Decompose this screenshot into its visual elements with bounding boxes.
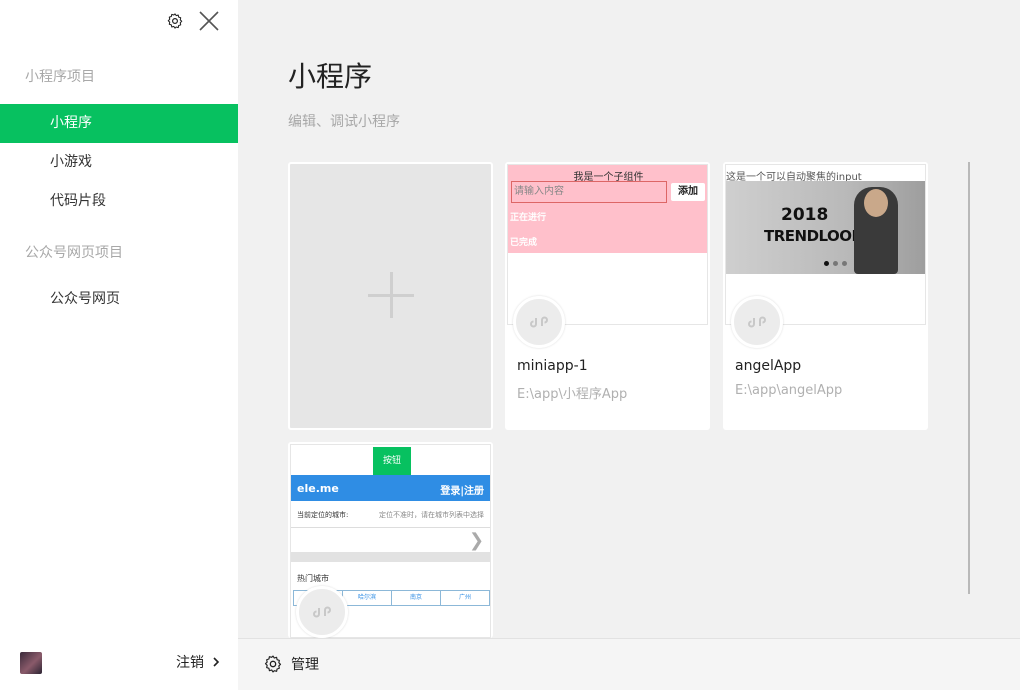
carousel-dot xyxy=(833,261,838,266)
preview-city: 南京 xyxy=(391,591,440,605)
preview-city: 哈尔滨 xyxy=(342,591,391,605)
manage-button[interactable]: 管理 xyxy=(263,654,319,674)
sidebar-item-code-snippet[interactable]: 代码片段 xyxy=(0,182,238,221)
user-bar: 注销 xyxy=(0,638,238,690)
chevron-right-icon: ❯ xyxy=(469,530,485,551)
chevron-right-icon xyxy=(213,657,220,667)
project-card[interactable]: 这是一个可以自动聚焦的input 2018 TRENDLOOK angelApp… xyxy=(723,162,928,430)
sidebar-item-miniprogram[interactable]: 小程序 xyxy=(0,104,238,143)
carousel-dot xyxy=(842,261,847,266)
section-title-web: 公众号网页项目 xyxy=(25,245,123,261)
preview-status: 正在进行 xyxy=(510,213,547,223)
divider xyxy=(291,527,490,528)
preview-login: 登录|注册 xyxy=(440,486,484,497)
preview-add-button: 添加 xyxy=(671,183,705,201)
preview-hot-cities: 热门城市 xyxy=(297,574,329,583)
preview-input: 请输入内容 xyxy=(511,181,667,203)
sidebar: 小程序项目 小程序 小游戏 代码片段 公众号网页项目 公众号网页 注销 xyxy=(0,0,238,690)
miniprogram-logo-icon xyxy=(513,296,565,348)
page-subtitle: 编辑、调试小程序 xyxy=(288,114,400,130)
preview-location: 当前定位的城市: xyxy=(297,511,349,519)
preview-hint: 定位不准时，请在城市列表中选择 xyxy=(379,511,484,519)
preview-city: 广州 xyxy=(440,591,489,605)
add-project-card[interactable] xyxy=(288,162,493,430)
sidebar-top-icons xyxy=(166,10,220,32)
banner-title: TRENDLOOK xyxy=(764,227,863,245)
section-title-miniprogram: 小程序项目 xyxy=(25,69,95,85)
settings-gear-icon[interactable] xyxy=(166,12,184,30)
plus-icon-vertical xyxy=(390,272,393,318)
project-card[interactable]: 按钮 ele.me 登录|注册 当前定位的城市: 定位不准时，请在城市列表中选择… xyxy=(288,442,493,638)
project-name: angelApp xyxy=(735,358,802,374)
preview-banner: 2018 TRENDLOOK xyxy=(726,181,925,274)
main-content: 小程序 编辑、调试小程序 我是一个子组件 请输入内容 添加 正在进行 已完成 m… xyxy=(238,0,1020,690)
sidebar-item-minigame[interactable]: 小游戏 xyxy=(0,143,238,182)
carousel-dot xyxy=(824,261,829,266)
miniprogram-logo-icon xyxy=(731,296,783,348)
miniprogram-logo-icon xyxy=(296,586,348,638)
preview-button: 按钮 xyxy=(373,447,411,475)
banner-year: 2018 xyxy=(781,205,829,225)
carousel-dots xyxy=(824,261,847,266)
avatar[interactable] xyxy=(20,652,42,674)
divider xyxy=(291,552,490,562)
gear-icon xyxy=(264,655,282,673)
project-path: E:\app\小程序App xyxy=(517,387,628,402)
preview-brand: ele.me xyxy=(297,482,339,495)
banner-model-head xyxy=(864,189,888,217)
sidebar-item-web-page[interactable]: 公众号网页 xyxy=(0,280,238,319)
scrollbar[interactable] xyxy=(968,162,970,594)
close-icon[interactable] xyxy=(198,10,220,32)
page-title: 小程序 xyxy=(288,60,373,93)
logout-label: 注销 xyxy=(176,655,204,671)
project-name: miniapp-1 xyxy=(517,358,588,374)
manage-label: 管理 xyxy=(291,657,319,673)
preview-status: 已完成 xyxy=(510,238,538,248)
logout-button[interactable]: 注销 xyxy=(176,652,220,672)
footer-bar: 管理 xyxy=(238,638,1020,690)
project-path: E:\app\angelApp xyxy=(735,383,843,398)
project-card[interactable]: 我是一个子组件 请输入内容 添加 正在进行 已完成 miniapp-1 E:\a… xyxy=(505,162,710,430)
